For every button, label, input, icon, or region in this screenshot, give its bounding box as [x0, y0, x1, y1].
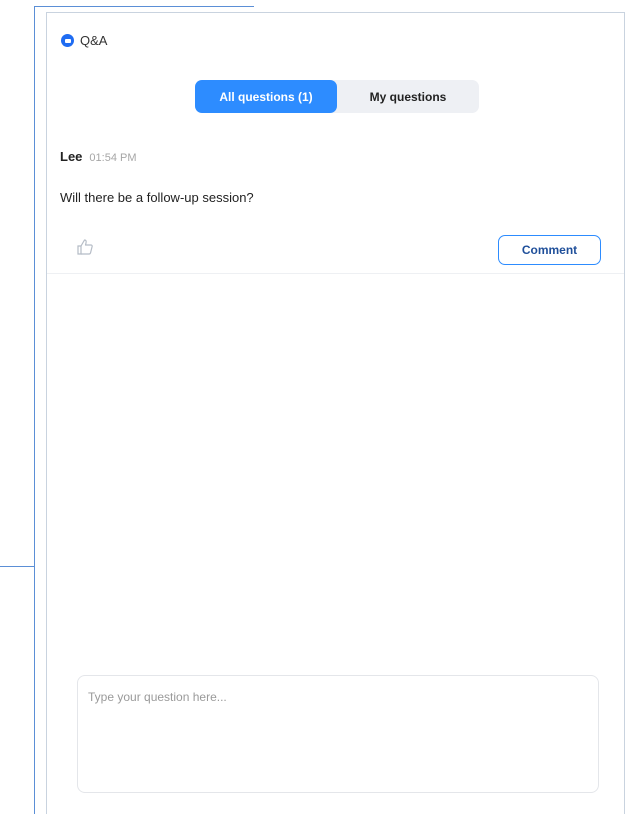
titlebar: Q&A: [61, 33, 107, 48]
question-text: Will there be a follow-up session?: [60, 190, 254, 205]
question-item: Lee 01:54 PM Will there be a follow-up s…: [47, 131, 624, 274]
comment-button[interactable]: Comment: [498, 235, 601, 265]
background-divider: [0, 566, 34, 567]
question-input-placeholder: Type your question here...: [88, 690, 227, 704]
question-input[interactable]: Type your question here...: [77, 675, 599, 793]
question-header: Lee 01:54 PM: [60, 149, 137, 164]
window-title: Q&A: [80, 33, 108, 48]
question-filter-tabs: All questions (1) My questions: [195, 80, 479, 113]
thumbs-up-icon[interactable]: [76, 238, 94, 256]
question-timestamp: 01:54 PM: [89, 152, 137, 164]
zoom-logo-icon: [61, 34, 74, 47]
qa-window: Q&A All questions (1) My questions Lee 0…: [46, 12, 625, 814]
question-author: Lee: [60, 149, 83, 164]
tab-all-questions[interactable]: All questions (1): [195, 80, 337, 113]
tab-my-questions[interactable]: My questions: [337, 80, 479, 113]
